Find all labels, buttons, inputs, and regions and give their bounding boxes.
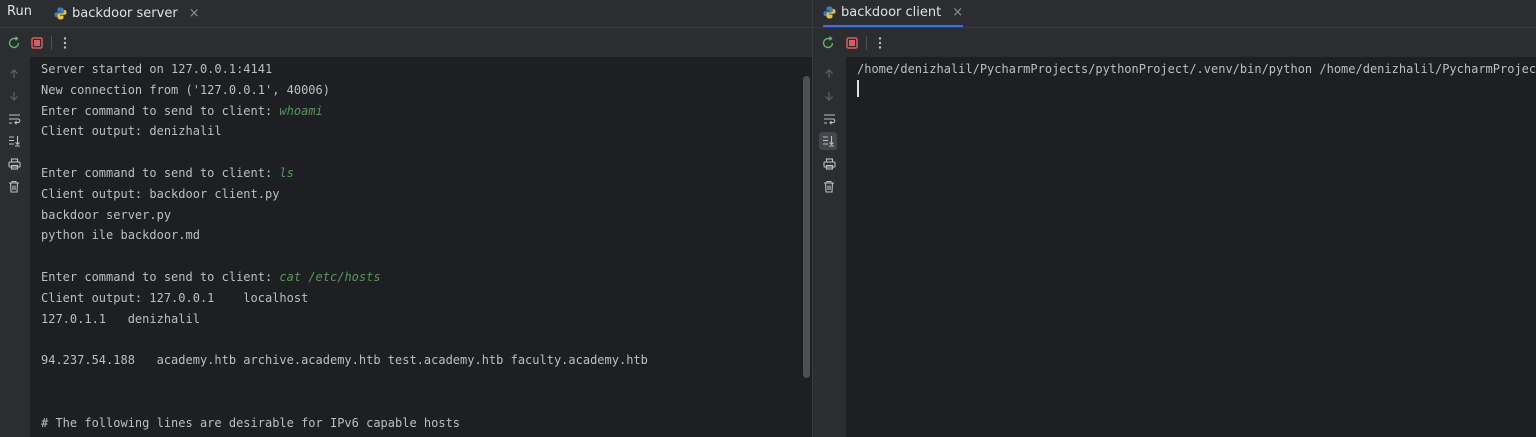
- close-icon[interactable]: ×: [189, 6, 200, 21]
- trash-icon[interactable]: [821, 178, 837, 194]
- rerun-icon[interactable]: [820, 35, 836, 51]
- run-toolbar: [813, 28, 1536, 57]
- stop-icon[interactable]: [844, 35, 860, 51]
- console-line: New connection from ('127.0.0.1', 40006): [41, 80, 802, 101]
- console-text: backdoor server.py: [41, 207, 172, 222]
- tab-backdoor-server[interactable]: backdoor server ×: [54, 0, 200, 27]
- tab-label: backdoor client: [841, 5, 942, 20]
- tab-bar: backdoor client ×: [813, 0, 1536, 28]
- scroll-to-end-icon[interactable]: [6, 133, 22, 149]
- console-text: Server started on 127.0.0.1:4141: [41, 62, 273, 76]
- more-options-icon[interactable]: [57, 35, 73, 51]
- print-icon[interactable]: [6, 156, 22, 172]
- console-output[interactable]: Server started on 127.0.0.1:4141 New conn…: [41, 59, 802, 437]
- console-line: python ile backdoor.md: [41, 225, 802, 246]
- console-line: Enter command to send to client: whoami: [41, 101, 802, 122]
- console-text: Enter command to send to client:: [41, 165, 280, 180]
- console-line: Server started on 127.0.0.1:4141: [41, 59, 802, 80]
- console-line: 127.0.1.1 denizhalil: [41, 309, 802, 330]
- console-text: Client output: 127.0.0.1 localhost: [41, 290, 309, 305]
- console-text: 94.237.54.188 academy.htb archive.academ…: [41, 353, 648, 368]
- soft-wrap-icon[interactable]: [6, 111, 22, 127]
- server-run-panel: Run backdoor server × Server started on …: [0, 0, 812, 437]
- user-input-text: ls: [279, 165, 294, 180]
- run-toolbar: [0, 28, 812, 57]
- console-text: /home/denizhalil/PycharmProjects/pythonP…: [857, 62, 1536, 76]
- stop-icon[interactable]: [29, 35, 45, 51]
- console-line: /home/denizhalil/PycharmProjects/pythonP…: [857, 59, 1536, 80]
- console-text: Enter command to send to client:: [41, 103, 280, 118]
- arrow-up-icon[interactable]: [821, 66, 837, 82]
- arrow-up-icon[interactable]: [6, 66, 22, 82]
- close-icon[interactable]: ×: [952, 5, 963, 20]
- console-line: backdoor server.py: [41, 205, 802, 226]
- user-input-text: whoami: [279, 103, 323, 118]
- user-input-text: cat /etc/hosts: [279, 269, 381, 284]
- console-line: 94.237.54.188 academy.htb archive.academ…: [41, 350, 802, 371]
- run-tool-window-title: Run: [7, 4, 32, 19]
- arrow-down-icon[interactable]: [821, 88, 837, 104]
- rerun-icon[interactable]: [6, 35, 22, 51]
- console-line: Enter command to send to client: cat /et…: [41, 267, 802, 288]
- trash-icon[interactable]: [6, 178, 22, 194]
- console-line: Client output: denizhalil: [41, 121, 802, 142]
- console-text: 127.0.1.1 denizhalil: [41, 311, 200, 326]
- console-text: New connection from ('127.0.0.1', 40006): [41, 82, 330, 97]
- arrow-down-icon[interactable]: [6, 88, 22, 104]
- console-text: # The following lines are desirable for …: [41, 415, 461, 430]
- tab-bar: Run backdoor server ×: [0, 0, 812, 28]
- console-text: Enter command to send to client:: [41, 269, 280, 284]
- console-text: Client output: backdoor client.py: [41, 186, 280, 201]
- console-line: Enter command to send to client: ls: [41, 163, 802, 184]
- print-icon[interactable]: [821, 156, 837, 172]
- tab-label: backdoor server: [72, 6, 178, 21]
- console-side-toolbar: [0, 57, 30, 437]
- vertical-scrollbar[interactable]: [803, 76, 810, 378]
- scroll-to-end-icon[interactable]: [819, 132, 837, 150]
- soft-wrap-icon[interactable]: [821, 111, 837, 127]
- console-side-toolbar: [813, 57, 846, 437]
- console-line: # The following lines are desirable for …: [41, 413, 802, 434]
- client-run-panel: backdoor client × /home/denizhalil/Pycha…: [813, 0, 1536, 437]
- tab-backdoor-client[interactable]: backdoor client ×: [823, 0, 964, 27]
- more-options-icon[interactable]: [872, 35, 888, 51]
- console-output[interactable]: /home/denizhalil/PycharmProjects/pythonP…: [857, 59, 1536, 437]
- text-cursor: [857, 80, 859, 97]
- console-line: Client output: backdoor client.py: [41, 184, 802, 205]
- python-file-icon: [54, 7, 67, 20]
- console-text: python ile backdoor.md: [41, 228, 200, 243]
- python-file-icon: [823, 6, 836, 19]
- console-text: Client output: denizhalil: [41, 124, 222, 139]
- console-line: Client output: 127.0.0.1 localhost: [41, 288, 802, 309]
